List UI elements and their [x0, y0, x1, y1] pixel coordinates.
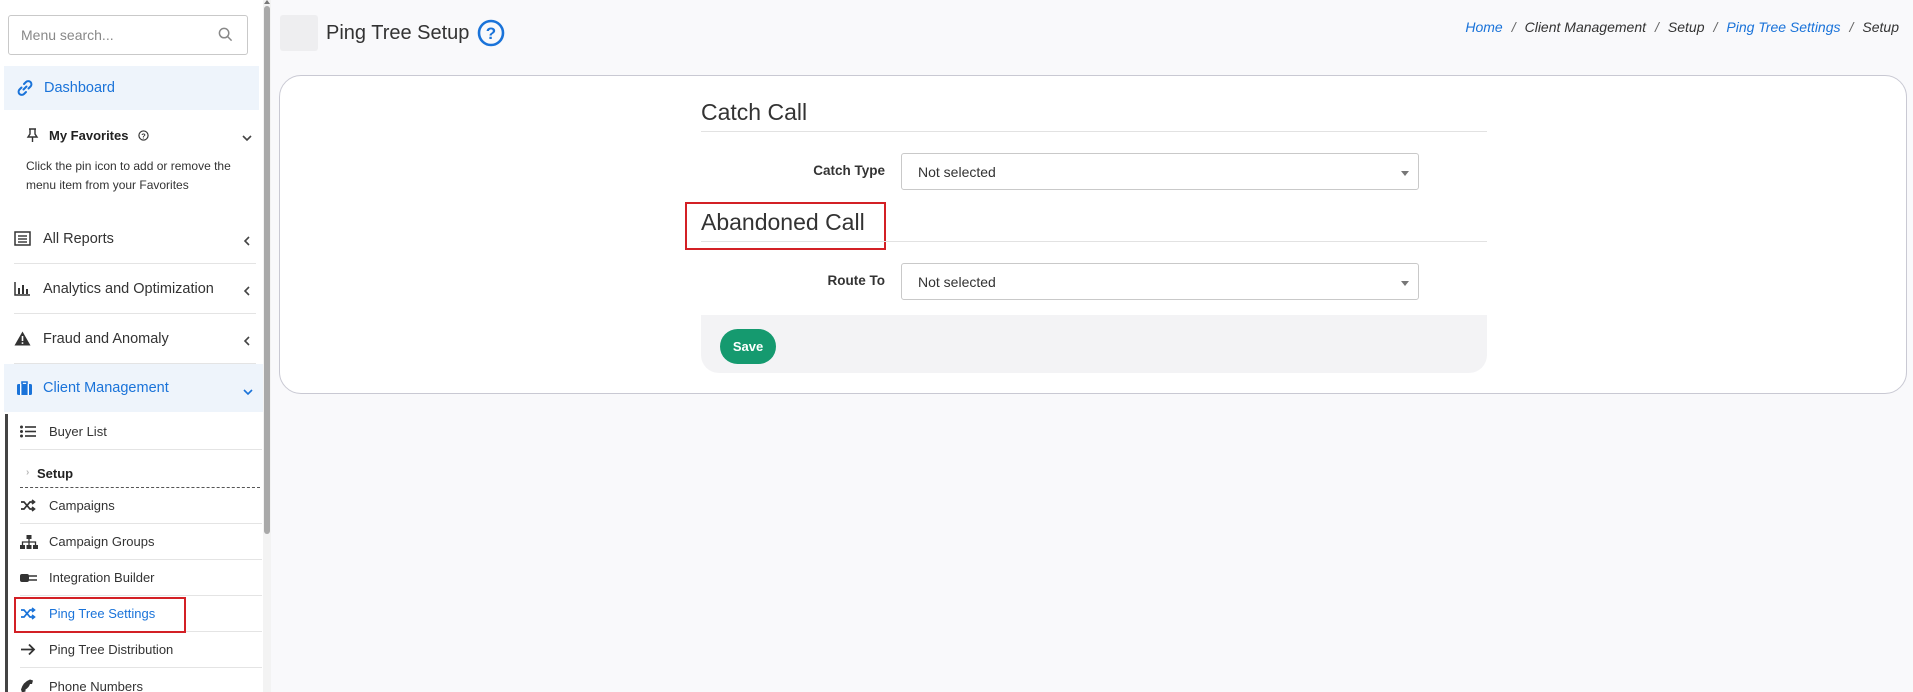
chevron-down-icon — [243, 384, 253, 400]
breadcrumb-ping-tree-settings[interactable]: Ping Tree Settings — [1726, 19, 1840, 35]
sidebar-item-label: Dashboard — [44, 80, 115, 96]
setup-group-label: › Setup — [20, 458, 260, 488]
phone-icon — [20, 679, 38, 692]
route-to-label: Route To — [827, 273, 886, 288]
sidebar-item-campaign-groups[interactable]: Campaign Groups — [20, 524, 262, 560]
favorites-title: My Favorites — [49, 128, 129, 143]
route-to-select[interactable]: Not selected — [901, 263, 1419, 300]
section-divider — [701, 241, 1487, 242]
sidebar-item-analytics[interactable]: Analytics and Optimization — [14, 264, 256, 314]
sitemap-icon — [20, 534, 38, 549]
sub-item-label: Buyer List — [49, 424, 107, 439]
save-button[interactable]: Save — [720, 329, 776, 364]
caret-down-icon — [1401, 171, 1409, 176]
scroll-up-arrow-icon[interactable] — [264, 0, 270, 4]
search-icon[interactable] — [218, 27, 233, 45]
link-icon — [16, 79, 34, 97]
svg-text:?: ? — [486, 24, 496, 43]
breadcrumb-separator: / — [1511, 19, 1516, 35]
svg-text:?: ? — [142, 131, 147, 140]
pin-icon — [26, 128, 39, 143]
arrow-right-icon — [20, 643, 38, 656]
chevron-left-icon — [243, 334, 250, 350]
chevron-left-icon — [243, 234, 250, 250]
favorites-section: My Favorites ? Click the pin icon to add… — [14, 128, 254, 195]
help-icon[interactable]: ? — [138, 130, 150, 141]
warning-icon — [14, 331, 34, 346]
menu-search[interactable] — [8, 15, 248, 55]
breadcrumb-home[interactable]: Home — [1465, 19, 1502, 35]
briefcase-icon — [16, 380, 33, 396]
page-logo — [280, 15, 318, 51]
catch-type-select[interactable]: Not selected — [901, 153, 1419, 190]
list-alt-icon — [14, 231, 34, 246]
breadcrumb-separator: / — [1849, 19, 1854, 35]
breadcrumb-client-management: Client Management — [1524, 19, 1646, 35]
catch-type-value: Not selected — [918, 163, 996, 180]
sidebar-item-label: Analytics and Optimization — [43, 280, 214, 297]
sidebar-item-campaigns[interactable]: Campaigns — [20, 488, 262, 524]
breadcrumb-setup: Setup — [1667, 19, 1705, 35]
client-management-submenu: Buyer List › Setup Campaigns Campaign Gr… — [5, 414, 263, 692]
scrollbar-thumb[interactable] — [264, 6, 270, 534]
form-footer: Save — [701, 315, 1487, 373]
breadcrumb: Home / Client Management / Setup / Ping … — [1465, 19, 1899, 35]
sidebar-item-integration-builder[interactable]: Integration Builder — [20, 560, 262, 596]
sidebar-item-buyer-list[interactable]: Buyer List — [20, 414, 262, 450]
breadcrumb-separator: / — [1655, 19, 1659, 35]
catch-type-label: Catch Type — [813, 163, 885, 178]
favorites-description: Click the pin icon to add or remove the … — [26, 159, 231, 192]
shuffle-icon — [20, 499, 38, 512]
help-icon[interactable]: ? — [477, 19, 505, 47]
plug-icon — [20, 572, 38, 584]
sidebar-item-phone-numbers[interactable]: Phone Numbers — [20, 668, 262, 692]
sidebar-item-dashboard[interactable]: Dashboard — [4, 66, 259, 110]
sidebar: Dashboard My Favorites ? Click the pin i… — [0, 0, 263, 692]
menu-search-input[interactable] — [9, 16, 199, 54]
route-to-value: Not selected — [918, 273, 996, 290]
highlight-box-ping-tree-settings — [14, 597, 186, 633]
caret-right-icon: › — [26, 467, 30, 478]
sub-item-label: Ping Tree Distribution — [49, 642, 174, 657]
setup-label-text: Setup — [37, 466, 74, 481]
sidebar-item-all-reports[interactable]: All Reports — [14, 214, 256, 264]
chevron-left-icon — [243, 284, 250, 300]
caret-down-icon — [1401, 281, 1409, 286]
section-divider — [701, 131, 1487, 132]
sub-item-label: Integration Builder — [49, 570, 155, 585]
chevron-down-icon[interactable] — [242, 130, 252, 145]
favorites-header[interactable]: My Favorites ? — [14, 128, 254, 143]
sidebar-item-label: Client Management — [43, 380, 169, 396]
bar-chart-icon — [14, 281, 34, 296]
sidebar-item-ping-tree-distribution[interactable]: Ping Tree Distribution — [20, 632, 262, 668]
sidebar-item-client-management[interactable]: Client Management — [4, 364, 263, 412]
sub-item-label: Campaign Groups — [49, 534, 155, 549]
catch-call-title: Catch Call — [701, 99, 808, 125]
sidebar-scrollbar[interactable] — [263, 0, 271, 692]
sidebar-item-label: Fraud and Anomaly — [43, 330, 169, 347]
highlight-box-abandoned-call — [685, 202, 886, 250]
page-header: Ping Tree Setup ? — [280, 14, 505, 52]
sidebar-item-label: All Reports — [43, 230, 114, 247]
sub-item-label: Phone Numbers — [49, 678, 143, 692]
breadcrumb-current: Setup — [1862, 19, 1899, 35]
sub-item-label: Campaigns — [49, 498, 115, 513]
sidebar-item-fraud[interactable]: Fraud and Anomaly — [14, 314, 256, 364]
breadcrumb-separator: / — [1713, 19, 1718, 35]
page-title: Ping Tree Setup — [326, 21, 470, 44]
list-icon — [20, 425, 38, 438]
